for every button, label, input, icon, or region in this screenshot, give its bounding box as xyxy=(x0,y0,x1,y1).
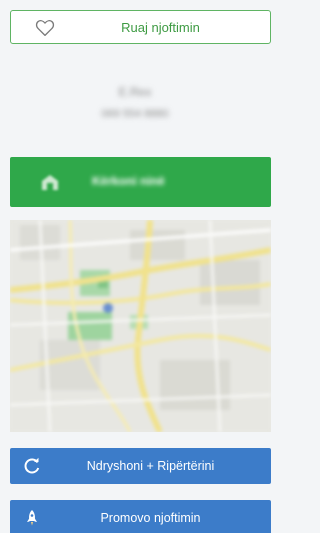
location-map[interactable] xyxy=(10,220,271,432)
map-icon xyxy=(10,220,271,432)
promote-listing-label: Promovo njoftimin xyxy=(100,511,201,525)
seller-phone[interactable]: 069 554 8880 xyxy=(60,108,210,120)
phone-icon xyxy=(42,175,58,190)
save-listing-button[interactable]: Ruaj njoftimin xyxy=(10,10,271,44)
seller-name: E.Rex xyxy=(118,85,152,99)
seller-info: E.Rex 069 554 8880 xyxy=(60,85,210,120)
edit-renew-button[interactable]: Ndryshoni + Ripërtërini xyxy=(10,448,271,484)
contact-seller-button[interactable]: Kërkoni ninë xyxy=(10,157,271,207)
promote-listing-button[interactable]: Promovo njoftimin xyxy=(10,500,271,533)
contact-seller-label: Kërkoni ninë xyxy=(92,174,165,188)
edit-renew-label: Ndryshoni + Ripërtërini xyxy=(86,459,215,473)
save-listing-label: Ruaj njoftimin xyxy=(121,20,200,35)
